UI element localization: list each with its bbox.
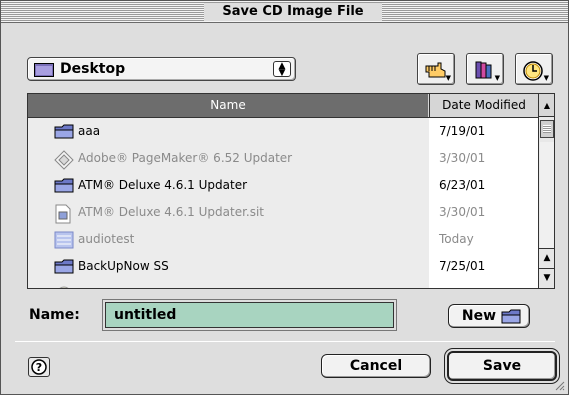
file-date: 6/23/01 bbox=[429, 172, 538, 199]
recent-button[interactable]: ▼ bbox=[515, 53, 553, 85]
save-button[interactable]: Save bbox=[447, 351, 557, 381]
help-button[interactable]: ? bbox=[28, 357, 50, 377]
window-title: Save CD Image File bbox=[204, 3, 382, 21]
save-dialog: Save CD Image File Desktop ▲ ▼ ▼ ▼ ▼ Name… bbox=[0, 0, 569, 395]
favorites-button[interactable]: ▼ bbox=[466, 53, 504, 85]
folder-icon bbox=[54, 258, 74, 278]
title-bar[interactable]: Save CD Image File bbox=[1, 1, 568, 23]
file-name: ATM® Deluxe 4.6.1 Updater bbox=[78, 178, 248, 192]
archive-icon bbox=[54, 204, 72, 227]
list-item[interactable]: ATM® Deluxe 4.6.1 Updater 6/23/01 bbox=[28, 172, 538, 199]
file-name: aaa bbox=[78, 124, 101, 138]
column-header-name[interactable]: Name bbox=[28, 94, 428, 117]
app-icon bbox=[54, 150, 74, 173]
vertical-scrollbar[interactable]: ▲ ▲ ▼ bbox=[538, 94, 554, 288]
resize-grip-icon[interactable] bbox=[553, 379, 565, 391]
name-label: Name: bbox=[29, 307, 80, 323]
folder-icon bbox=[34, 63, 54, 80]
location-popup[interactable]: Desktop ▲ ▼ bbox=[27, 57, 296, 81]
scroll-up-arrow-icon[interactable]: ▲ bbox=[539, 248, 554, 267]
new-folder-button[interactable]: New bbox=[448, 304, 530, 328]
updown-arrows-icon: ▲ ▼ bbox=[273, 61, 291, 78]
divider bbox=[15, 341, 555, 342]
list-item[interactable] bbox=[28, 280, 538, 288]
file-date: Today bbox=[429, 226, 538, 253]
list-header: Name Date Modified bbox=[28, 94, 538, 118]
column-header-date[interactable]: Date Modified bbox=[429, 94, 538, 117]
list-item[interactable]: Adobe® PageMaker® 6.52 Updater 3/30/01 bbox=[28, 145, 538, 172]
document-icon bbox=[54, 285, 74, 288]
file-name: BackUpNow SS bbox=[78, 259, 169, 273]
new-folder-icon bbox=[501, 309, 521, 324]
list-item[interactable]: ATM® Deluxe 4.6.1 Updater.sit 3/30/01 bbox=[28, 199, 538, 226]
file-list[interactable]: Name Date Modified aaa 7/19/01 Adobe® Pa… bbox=[27, 93, 555, 289]
file-date: 7/19/01 bbox=[429, 118, 538, 145]
scroll-thumb[interactable] bbox=[540, 120, 554, 138]
filename-input[interactable]: untitled bbox=[105, 302, 394, 328]
folder-icon bbox=[54, 123, 74, 143]
document-icon bbox=[54, 231, 74, 252]
chevron-down-icon: ▼ bbox=[494, 74, 500, 82]
file-date: 3/30/01 bbox=[429, 199, 538, 226]
list-item[interactable]: BackUpNow SS 7/25/01 bbox=[28, 253, 538, 280]
file-name: Adobe® PageMaker® 6.52 Updater bbox=[78, 151, 293, 165]
list-item[interactable]: aaa 7/19/01 bbox=[28, 118, 538, 145]
help-icon: ? bbox=[31, 359, 47, 375]
sort-direction-icon[interactable]: ▲ bbox=[539, 94, 554, 117]
scroll-down-arrow-icon[interactable]: ▼ bbox=[539, 268, 554, 287]
file-date: 7/25/01 bbox=[429, 253, 538, 280]
file-date bbox=[429, 280, 538, 288]
file-name: audiotest bbox=[78, 232, 135, 246]
list-item[interactable]: audiotest Today bbox=[28, 226, 538, 253]
pointing-hand-icon bbox=[425, 62, 446, 78]
file-date: 3/30/01 bbox=[429, 145, 538, 172]
location-label: Desktop bbox=[60, 61, 126, 77]
clock-icon bbox=[523, 61, 543, 81]
chevron-down-icon: ▼ bbox=[543, 74, 549, 82]
shortcuts-button[interactable]: ▼ bbox=[417, 53, 455, 85]
new-folder-label: New bbox=[461, 308, 497, 324]
file-name: ATM® Deluxe 4.6.1 Updater.sit bbox=[78, 205, 265, 219]
scroll-track[interactable] bbox=[540, 142, 554, 248]
chevron-down-icon: ▼ bbox=[445, 74, 451, 82]
folder-icon bbox=[54, 177, 74, 197]
books-icon bbox=[475, 61, 492, 79]
svg-text:?: ? bbox=[36, 361, 42, 374]
cancel-button[interactable]: Cancel bbox=[321, 354, 431, 378]
